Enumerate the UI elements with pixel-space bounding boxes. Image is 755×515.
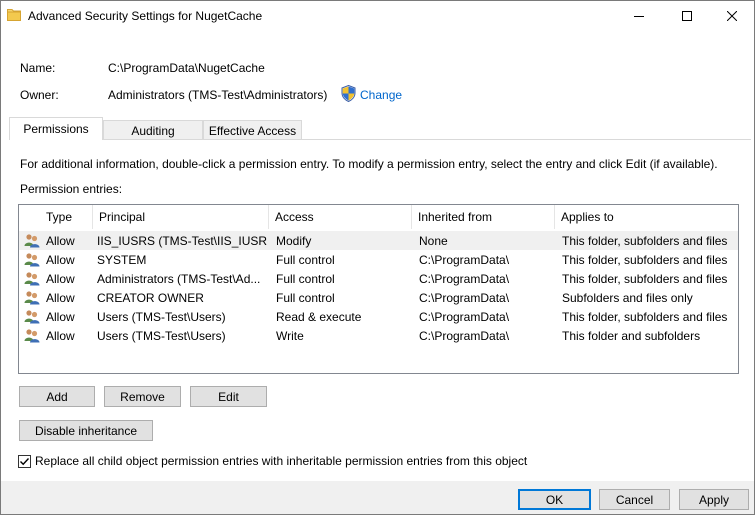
title-bar[interactable]: Advanced Security Settings for NugetCach… — [1, 1, 754, 31]
cell-inherited-from: C:\ProgramData\ — [419, 252, 510, 267]
cell-principal: SYSTEM — [97, 252, 147, 267]
dialog-content: Name: C:\ProgramData\NugetCache Owner: A… — [1, 31, 754, 514]
cell-principal: CREATOR OWNER — [97, 290, 204, 305]
cell-principal: IIS_IUSRS (TMS-Test\IIS_IUSRS) — [97, 233, 267, 248]
cell-inherited-from: C:\ProgramData\ — [419, 328, 510, 343]
cell-inherited-from: C:\ProgramData\ — [419, 309, 510, 324]
user-group-icon — [24, 329, 40, 343]
cell-type: Allow — [46, 252, 75, 267]
cell-applies-to: This folder, subfolders and files — [562, 233, 728, 248]
user-group-icon — [24, 310, 40, 324]
apply-button[interactable]: Apply — [679, 489, 749, 510]
list-header: Type Principal Access Inherited from App… — [19, 205, 738, 229]
table-row[interactable]: Allow Administrators (TMS-Test\Ad... Full … — [19, 269, 738, 288]
cell-access: Full control — [276, 252, 335, 267]
replace-child-permissions-checkbox[interactable] — [18, 455, 31, 468]
table-row[interactable]: Allow Users (TMS-Test\Users) Read & execut… — [19, 307, 738, 326]
remove-button[interactable]: Remove — [104, 386, 181, 407]
table-row[interactable]: Allow IIS_IUSRS (TMS-Test\IIS_IUSRS) Modif… — [19, 231, 738, 250]
column-header-principal[interactable]: Principal — [93, 205, 269, 229]
cell-type: Allow — [46, 271, 75, 286]
cell-type: Allow — [46, 290, 75, 305]
cell-principal: Users (TMS-Test\Users) — [97, 309, 226, 324]
owner-label: Owner: — [20, 88, 59, 102]
dialog-footer: OK Cancel Apply — [1, 481, 754, 514]
cell-inherited-from: C:\ProgramData\ — [419, 271, 510, 286]
cell-principal: Administrators (TMS-Test\Ad... — [97, 271, 261, 286]
minimize-icon — [634, 16, 644, 17]
cell-applies-to: Subfolders and files only — [562, 290, 693, 305]
table-row[interactable]: Allow SYSTEM Full control C:\ProgramData\ Th… — [19, 250, 738, 269]
cell-applies-to: This folder, subfolders and files — [562, 309, 728, 324]
replace-child-permissions-label[interactable]: Replace all child object permission entr… — [35, 454, 527, 468]
close-button[interactable] — [709, 1, 755, 31]
description-text: For additional information, double-click… — [20, 157, 718, 171]
cell-principal: Users (TMS-Test\Users) — [97, 328, 226, 343]
ok-button[interactable]: OK — [518, 489, 591, 510]
tab-divider — [9, 139, 751, 140]
owner-value: Administrators (TMS-Test\Administrators) — [108, 88, 328, 102]
security-settings-window: Advanced Security Settings for NugetCach… — [0, 0, 755, 515]
change-owner-link[interactable]: Change — [360, 88, 402, 102]
column-header-type[interactable]: Type — [40, 205, 93, 229]
tab-effective-access[interactable]: Effective Access — [203, 120, 302, 140]
maximize-button[interactable] — [664, 1, 710, 31]
add-button[interactable]: Add — [19, 386, 95, 407]
tab-auditing[interactable]: Auditing — [103, 120, 203, 140]
user-group-icon — [24, 234, 40, 248]
cell-type: Allow — [46, 328, 75, 343]
cell-type: Allow — [46, 309, 75, 324]
cell-access: Write — [276, 328, 304, 343]
maximize-icon — [682, 11, 692, 21]
name-value: C:\ProgramData\NugetCache — [108, 61, 265, 75]
cell-access: Read & execute — [276, 309, 362, 324]
checkmark-icon — [20, 458, 30, 466]
uac-shield-icon — [341, 85, 356, 102]
cancel-button[interactable]: Cancel — [599, 489, 670, 510]
disable-inheritance-button[interactable]: Disable inheritance — [19, 420, 153, 441]
column-header-access[interactable]: Access — [269, 205, 412, 229]
cell-applies-to: This folder, subfolders and files — [562, 252, 728, 267]
window-title: Advanced Security Settings for NugetCach… — [28, 9, 263, 23]
folder-icon — [7, 9, 21, 21]
permission-entries-label: Permission entries: — [20, 182, 123, 196]
cell-type: Allow — [46, 233, 75, 248]
cell-access: Modify — [276, 233, 312, 248]
cell-applies-to: This folder, subfolders and files — [562, 271, 728, 286]
column-header-inherited-from[interactable]: Inherited from — [412, 205, 555, 229]
cell-access: Full control — [276, 290, 335, 305]
tab-permissions[interactable]: Permissions — [9, 117, 103, 140]
cell-access: Full control — [276, 271, 335, 286]
table-row[interactable]: Allow Users (TMS-Test\Users) Write C:\Progr… — [19, 326, 738, 345]
column-header-applies-to[interactable]: Applies to — [555, 205, 738, 229]
edit-button[interactable]: Edit — [190, 386, 267, 407]
permission-entries-list[interactable]: Type Principal Access Inherited from App… — [18, 204, 739, 374]
cell-inherited-from: C:\ProgramData\ — [419, 290, 510, 305]
user-group-icon — [24, 253, 40, 267]
table-row[interactable]: Allow CREATOR OWNER Full control C:\Program… — [19, 288, 738, 307]
name-label: Name: — [20, 61, 56, 75]
minimize-button[interactable] — [616, 1, 662, 31]
cell-applies-to: This folder and subfolders — [562, 328, 701, 343]
user-group-icon — [24, 291, 40, 305]
user-group-icon — [24, 272, 40, 286]
cell-inherited-from: None — [419, 233, 448, 248]
close-icon — [727, 11, 737, 21]
